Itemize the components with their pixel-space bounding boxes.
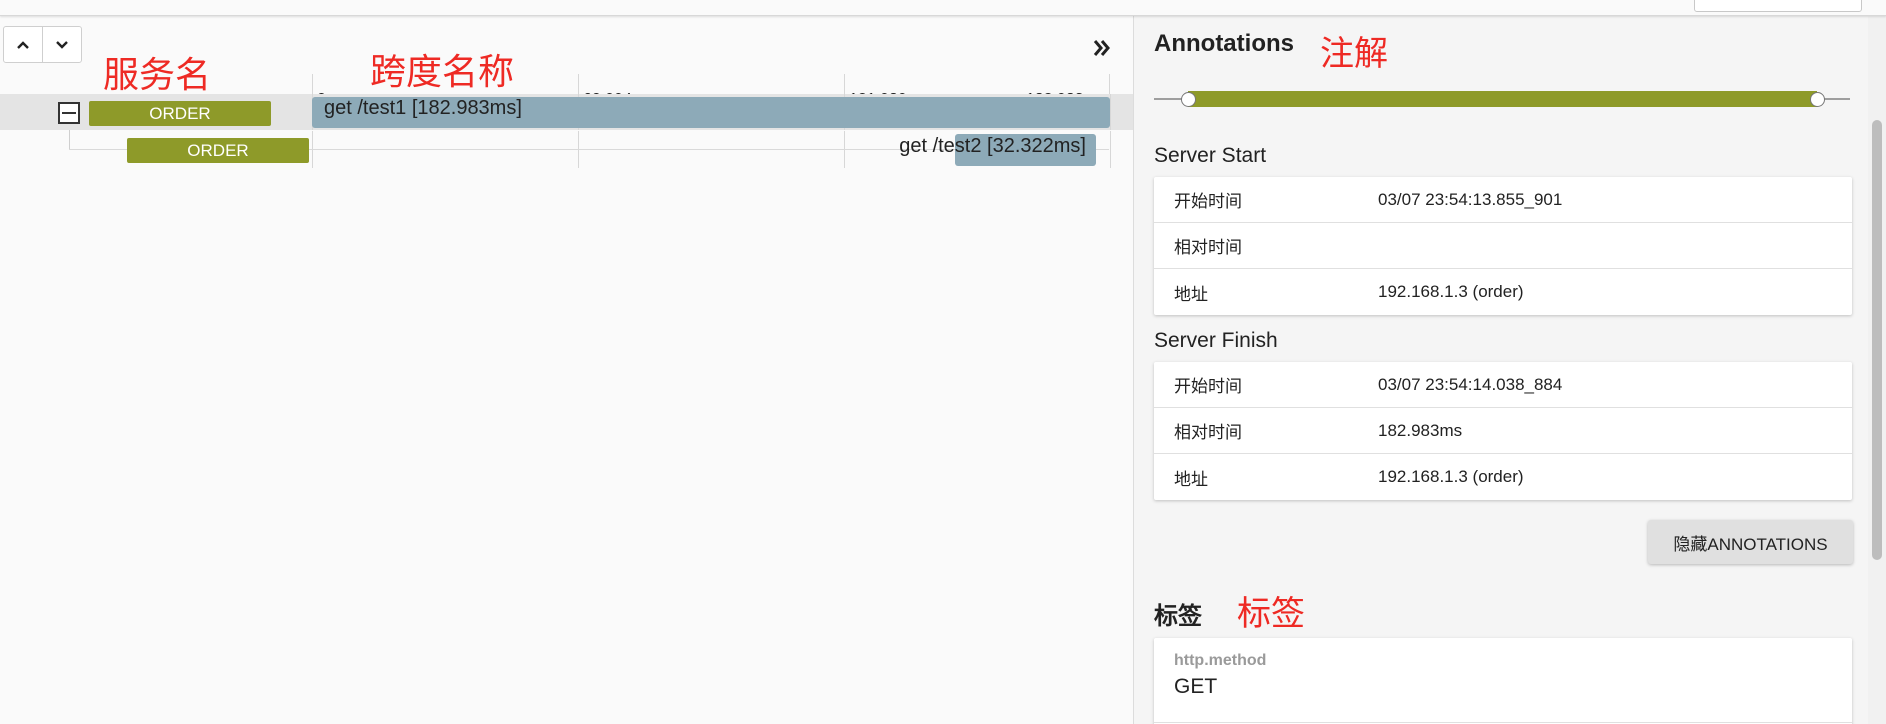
annotation-range-fill — [1188, 91, 1817, 107]
annotation-key: 开始时间 — [1174, 192, 1242, 211]
toolbar-button[interactable] — [1694, 0, 1862, 12]
chevron-up-icon — [17, 40, 29, 49]
range-end-handle[interactable] — [1810, 92, 1825, 107]
collapse-toggle-icon[interactable] — [58, 102, 80, 124]
tags-title: 标签 — [1154, 603, 1202, 630]
grid-line — [1110, 131, 1111, 168]
grid-line — [1110, 94, 1111, 130]
span-nav-group — [3, 26, 82, 63]
annotation-key: 地址 — [1174, 469, 1208, 489]
annotation-value: 192.168.1.3 (order) — [1378, 282, 1524, 301]
double-chevron-right-icon — [1093, 40, 1110, 56]
annotation-card: 开始时间 03/07 23:54:13.855_901 相对时间 地址 192.… — [1154, 177, 1852, 315]
hide-annotations-button[interactable]: 隐藏ANNOTATIONS — [1648, 520, 1853, 564]
span-label[interactable]: get /test1 [182.983ms] — [324, 97, 522, 120]
span-label[interactable]: get /test2 [32.322ms] — [899, 135, 1086, 158]
span-detail-panel: Annotations 注解 Server Start 开始时间 03/07 2… — [1134, 16, 1868, 724]
tag-key: http.method — [1174, 652, 1267, 669]
service-badge[interactable]: ORDER — [89, 101, 271, 126]
annotation-row: 地址 192.168.1.3 (order) — [1154, 269, 1852, 315]
annotation-key: 相对时间 — [1174, 238, 1242, 257]
service-name-callout: 服务名 — [103, 55, 212, 96]
scrollbar-thumb[interactable] — [1872, 120, 1882, 560]
annotation-value: 192.168.1.3 (order) — [1378, 467, 1524, 486]
range-start-handle[interactable] — [1181, 92, 1196, 107]
annotations-title: Annotations — [1154, 30, 1294, 57]
annotations-callout: 注解 — [1320, 34, 1388, 74]
annotation-key: 相对时间 — [1174, 423, 1242, 442]
annotation-row: 开始时间 03/07 23:54:13.855_901 — [1154, 177, 1852, 223]
chevron-down-icon — [56, 40, 68, 49]
next-span-button[interactable] — [42, 27, 81, 62]
annotation-row: 地址 192.168.1.3 (order) — [1154, 454, 1852, 500]
annotation-key: 开始时间 — [1174, 377, 1242, 396]
tree-connector — [69, 130, 70, 149]
service-badge[interactable]: ORDER — [127, 138, 309, 163]
tags-callout: 标签 — [1237, 594, 1305, 634]
annotation-row: 相对时间 182.983ms — [1154, 408, 1852, 454]
annotation-value: 03/07 23:54:14.038_884 — [1378, 374, 1563, 394]
trace-timeline-panel: 服务名 跨度名称 0ms 60.994ms 121.989ms 182.983m… — [0, 16, 1133, 724]
annotation-row: 开始时间 03/07 23:54:14.038_884 — [1154, 362, 1852, 408]
annotation-value: 182.983ms — [1378, 420, 1463, 440]
annotation-row: 相对时间 — [1154, 223, 1852, 269]
annotation-value: 03/07 23:54:13.855_901 — [1378, 189, 1563, 209]
expand-timeline-button[interactable] — [1088, 34, 1116, 62]
detail-scrollbar[interactable] — [1868, 16, 1886, 724]
annotation-key: 地址 — [1174, 284, 1208, 304]
annotation-group-title: Server Finish — [1154, 329, 1278, 352]
tag-card: http.method GET — [1154, 638, 1852, 724]
tag-divider — [1154, 722, 1852, 723]
top-toolbar — [0, 0, 1886, 16]
annotation-card: 开始时间 03/07 23:54:14.038_884 相对时间 182.983… — [1154, 362, 1852, 500]
tag-value: GET — [1174, 675, 1218, 698]
previous-span-button[interactable] — [4, 27, 42, 62]
annotation-group-title: Server Start — [1154, 144, 1267, 167]
